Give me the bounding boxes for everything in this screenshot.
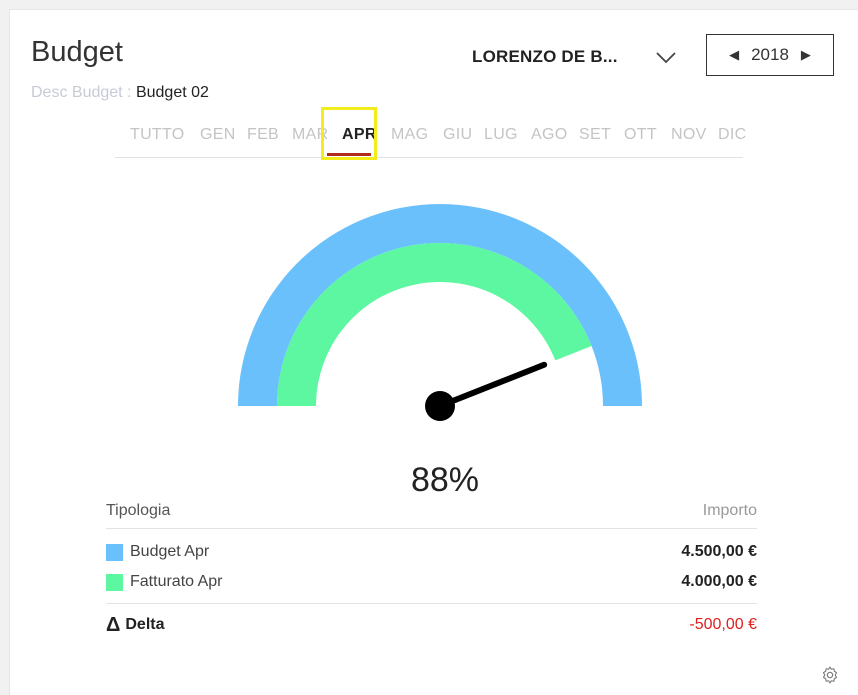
tab-gen[interactable]: GEN bbox=[200, 126, 236, 144]
tab-set[interactable]: SET bbox=[579, 126, 611, 144]
page-title: Budget bbox=[31, 36, 123, 68]
col-tipologia: Tipologia bbox=[106, 502, 171, 519]
year-selector: ◀ 2018 ▶ bbox=[706, 34, 834, 76]
row-label: Fatturato Apr bbox=[130, 573, 223, 590]
table-row: Fatturato Apr 4.000,00 € bbox=[106, 567, 757, 597]
tab-lug[interactable]: LUG bbox=[484, 126, 518, 144]
budget-table: Tipologia Importo Budget Apr 4.500,00 € … bbox=[106, 494, 757, 644]
chevron-down-icon[interactable] bbox=[654, 47, 678, 67]
budget-description: Desc Budget : Budget 02 bbox=[31, 84, 209, 102]
delta-value: -500,00 € bbox=[689, 616, 757, 633]
user-selector[interactable]: LORENZO DE B... bbox=[472, 43, 676, 71]
delta-label: Delta bbox=[125, 616, 165, 633]
row-label: Budget Apr bbox=[130, 543, 210, 560]
table-header: Tipologia Importo bbox=[106, 494, 757, 529]
tab-ago[interactable]: AGO bbox=[531, 126, 567, 144]
year-value: 2018 bbox=[751, 45, 789, 64]
delta-row: Δ Delta -500,00 € bbox=[106, 606, 757, 644]
gauge-needle bbox=[437, 361, 548, 409]
delta-icon: Δ bbox=[106, 613, 121, 636]
tab-ott[interactable]: OTT bbox=[624, 126, 657, 144]
tab-dic[interactable]: DIC bbox=[718, 126, 746, 144]
table-divider bbox=[106, 603, 757, 604]
next-year-icon[interactable]: ▶ bbox=[801, 47, 811, 63]
tab-nov[interactable]: NOV bbox=[671, 126, 707, 144]
month-tabs: TUTTO GEN FEB MAR APR MAG GIU LUG AGO SE… bbox=[115, 121, 746, 158]
tab-feb[interactable]: FEB bbox=[247, 126, 279, 144]
fatturato-swatch bbox=[106, 573, 123, 591]
gauge-chart bbox=[238, 204, 642, 421]
desc-label: Desc Budget : bbox=[31, 84, 132, 101]
user-name: LORENZO DE B... bbox=[472, 47, 618, 66]
col-importo: Importo bbox=[702, 502, 757, 519]
selection-highlight bbox=[321, 107, 377, 160]
desc-value: Budget 02 bbox=[135, 84, 209, 101]
tab-mag[interactable]: MAG bbox=[391, 126, 428, 144]
table-row: Budget Apr 4.500,00 € bbox=[106, 537, 757, 567]
tab-tutto[interactable]: TUTTO bbox=[130, 126, 185, 144]
prev-year-icon[interactable]: ◀ bbox=[729, 47, 739, 63]
gear-icon[interactable] bbox=[820, 665, 840, 685]
gauge-pivot bbox=[425, 391, 455, 421]
row-value: 4.500,00 € bbox=[681, 543, 757, 560]
budget-swatch bbox=[106, 543, 123, 561]
tab-giu[interactable]: GIU bbox=[443, 126, 472, 144]
row-value: 4.000,00 € bbox=[681, 573, 757, 590]
